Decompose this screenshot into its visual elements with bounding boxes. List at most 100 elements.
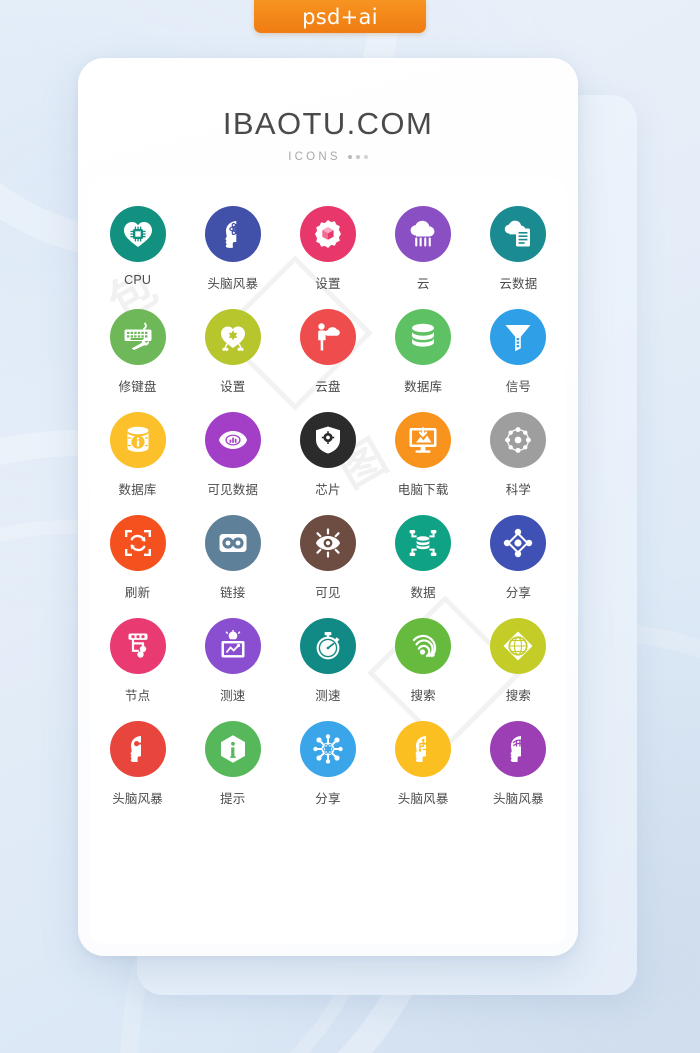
node-tree-icon[interactable] (109, 618, 166, 674)
icon-label: 数据库 (404, 380, 443, 394)
head-key-icon[interactable] (109, 721, 166, 777)
icon-cell[interactable]: 分享 (471, 515, 566, 601)
hexagon-info-icon[interactable] (204, 721, 261, 777)
icon-label: 刷新 (124, 586, 151, 600)
icon-label: 信号 (505, 380, 532, 394)
screen-idea-icon[interactable] (204, 618, 261, 674)
icon-cell[interactable]: 科学 (471, 412, 566, 498)
icon-label: 测速 (315, 689, 341, 703)
icon-label: 链接 (220, 586, 246, 600)
icon-label: 云数据 (499, 277, 538, 291)
database-icon[interactable] (395, 309, 452, 365)
head-atom-icon[interactable] (204, 206, 261, 262)
card-header: IBAOTU.COM ICONS (78, 58, 578, 163)
link-infinity-icon[interactable] (204, 515, 261, 571)
icon-cell[interactable]: 节点 (90, 618, 185, 704)
icon-cell[interactable]: 数据库 (90, 412, 185, 498)
icon-label: CPU (124, 273, 152, 287)
icon-label: 数据 (410, 586, 436, 600)
icon-cell[interactable]: 数据库 (376, 309, 471, 395)
icon-grid: CPU 头脑风暴 设置云云数据 修键盘 设置 云盘 数据库 信号 数据库 可见数据 芯片 电脑下载 科学… (90, 206, 566, 807)
icon-label: 节点 (124, 689, 151, 703)
icon-label: 修键盘 (118, 380, 157, 394)
icon-cell[interactable]: 设置 (280, 206, 375, 292)
stopwatch-icon[interactable] (299, 618, 356, 674)
icon-cell[interactable]: 测速 (185, 618, 280, 704)
monitor-download-icon[interactable] (395, 412, 452, 468)
icon-cell[interactable]: 分享 (280, 721, 375, 807)
cloud-document-icon[interactable] (490, 206, 547, 262)
gear-cube-icon[interactable] (299, 206, 356, 262)
subtitle-label: ICONS (288, 151, 341, 163)
share-network-icon[interactable] (490, 515, 547, 571)
icon-label: 可见 (315, 586, 341, 600)
icon-cell[interactable]: CPU (90, 206, 185, 292)
icon-cell[interactable]: 搜索 (376, 618, 471, 704)
refresh-frame-icon[interactable] (109, 515, 166, 571)
icon-label: 分享 (315, 792, 341, 806)
icon-cell[interactable]: 头脑风暴 (376, 721, 471, 807)
icon-cell[interactable]: 测速 (280, 618, 375, 704)
database-info-icon[interactable] (109, 412, 166, 468)
person-cloud-icon[interactable] (299, 309, 356, 365)
icon-cell[interactable]: 头脑风暴 (185, 206, 280, 292)
icon-cell[interactable]: 云 (376, 206, 471, 292)
subtitle-dots-icon (347, 155, 368, 159)
head-circuit-icon[interactable] (395, 721, 452, 777)
icon-label: 头脑风暴 (207, 277, 259, 291)
page-title: IBAOTU.COM (222, 106, 434, 141)
heart-chip-icon[interactable] (109, 206, 166, 262)
icon-label: 电脑下载 (397, 483, 449, 497)
eye-chart-icon[interactable] (204, 412, 261, 468)
icon-cell[interactable]: 数据 (376, 515, 471, 601)
cloud-rain-icon[interactable] (395, 206, 452, 262)
icon-cell[interactable]: 云数据 (471, 206, 566, 292)
icon-cell[interactable]: 刷新 (90, 515, 185, 601)
heart-gear-icon[interactable] (204, 309, 261, 365)
icon-label: 头脑风暴 (112, 792, 163, 806)
icon-cell[interactable]: 提示 (185, 721, 280, 807)
eye-rays-icon[interactable] (299, 515, 356, 571)
radar-fingerprint-icon[interactable] (395, 618, 452, 674)
icon-cell[interactable]: 搜索 (471, 618, 566, 704)
icon-label: 设置 (220, 380, 246, 394)
data-nodes-icon[interactable] (395, 515, 452, 571)
icon-label: 测速 (220, 689, 246, 703)
icon-cell[interactable]: 设置 (185, 309, 280, 395)
icon-label: 头脑风暴 (492, 792, 544, 806)
icon-label: 设置 (315, 277, 341, 291)
icon-label: 分享 (505, 586, 532, 600)
icon-cell[interactable]: 头脑风暴 (90, 721, 185, 807)
icon-label: 云盘 (315, 380, 341, 394)
psd-ai-badge-label: psd+ai (302, 4, 378, 29)
signal-funnel-icon[interactable] (490, 309, 547, 365)
icon-cell[interactable]: 链接 (185, 515, 280, 601)
icon-label: 科学 (505, 483, 532, 497)
psd-ai-badge: psd+ai (254, 0, 426, 33)
icon-label: 头脑风暴 (397, 792, 449, 806)
molecule-icon[interactable] (490, 412, 547, 468)
icon-cell[interactable]: 信号 (471, 309, 566, 395)
subtitle-row: ICONS (78, 151, 578, 163)
share-atom-icon[interactable] (299, 721, 356, 777)
icon-cell[interactable]: 芯片 (280, 412, 375, 498)
icon-label: 可见数据 (207, 483, 259, 497)
icon-label: 提示 (220, 792, 246, 806)
icon-cell[interactable]: 电脑下载 (376, 412, 471, 498)
icon-label: 数据库 (118, 483, 157, 497)
icon-cell[interactable]: 可见数据 (185, 412, 280, 498)
icon-label: 搜索 (505, 689, 532, 703)
icon-cell[interactable]: 头脑风暴 (471, 721, 566, 807)
icon-cell[interactable]: 云盘 (280, 309, 375, 395)
icon-showcase-card: IBAOTU.COM ICONS 包 图 CPU 头脑风暴 设置云云数据 修键盘 设置云… (78, 58, 578, 956)
gem-search-icon[interactable] (490, 618, 547, 674)
keyboard-wrench-icon[interactable] (109, 309, 166, 365)
icon-label: 云 (416, 277, 430, 291)
icon-grid-panel: 包 图 CPU 头脑风暴 设置云云数据 修键盘 设置 云盘 数据库 信号 数据库 可见数据 芯片 电脑… (90, 178, 566, 944)
head-brain-icon[interactable] (490, 721, 547, 777)
icon-label: 搜索 (410, 689, 436, 703)
shield-chip-icon[interactable] (299, 412, 356, 468)
icon-cell[interactable]: 修键盘 (90, 309, 185, 395)
icon-label: 芯片 (315, 483, 341, 497)
icon-cell[interactable]: 可见 (280, 515, 375, 601)
